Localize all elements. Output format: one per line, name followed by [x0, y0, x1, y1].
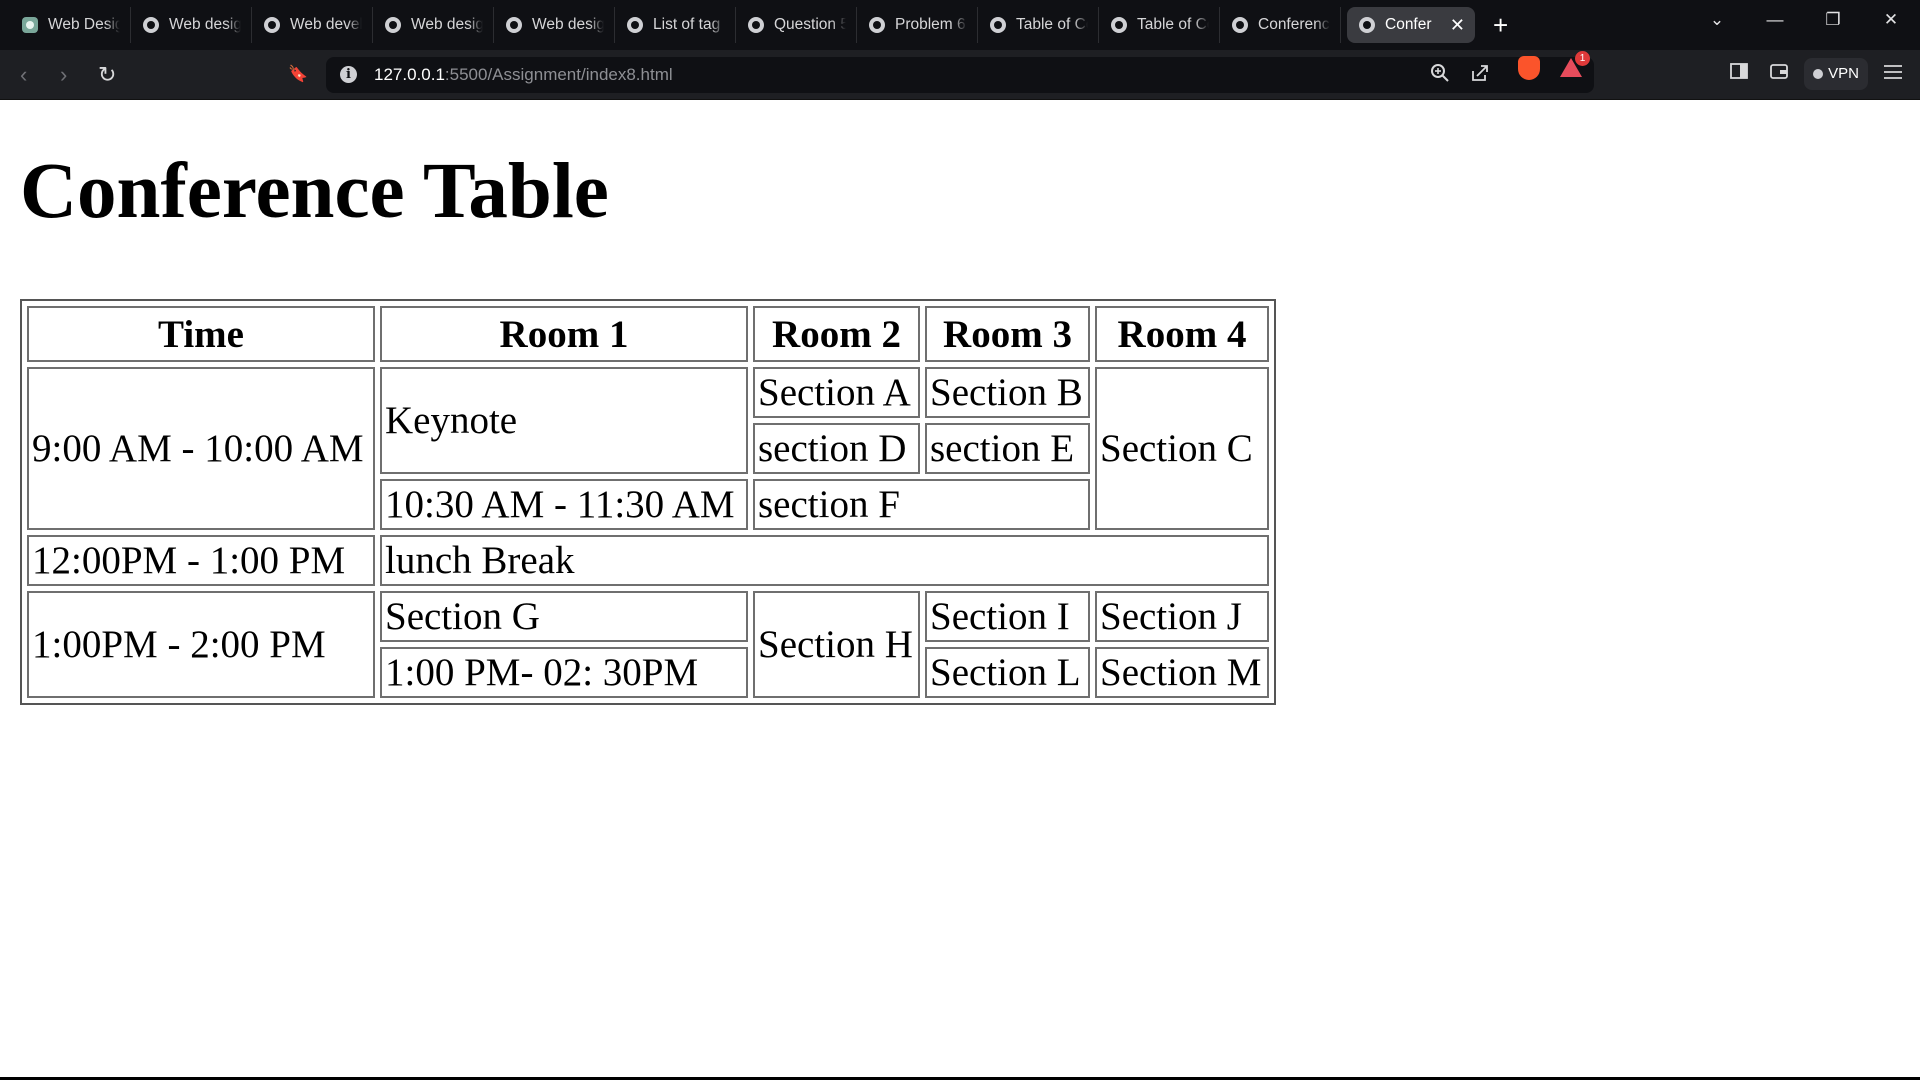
tab-web-design-1[interactable]: Web design [131, 7, 252, 43]
header-time: Time [27, 306, 375, 362]
wallet-icon[interactable] [1770, 63, 1788, 85]
tab-title: List of tag C [653, 16, 725, 33]
tab-title: Web design [532, 16, 604, 33]
cell-time-1030: 10:30 AM - 11:30 AM [380, 479, 748, 530]
cell-section-j: Section J [1095, 591, 1269, 642]
cell-section-f: section F [753, 479, 1090, 530]
tab-conference[interactable]: Conference [1220, 7, 1341, 43]
tab-title: Web Design [48, 16, 120, 33]
page-title: Conference Table [20, 148, 609, 235]
back-button[interactable]: ‹ [20, 62, 27, 88]
cell-section-b: Section B [925, 367, 1090, 418]
globe-icon [869, 17, 885, 33]
globe-icon [1232, 17, 1248, 33]
tab-strip: Web Design Web design Web develo Web des… [0, 0, 1920, 50]
tab-title: Web design [411, 16, 483, 33]
globe-icon [506, 17, 522, 33]
tab-title: Table of Co [1016, 16, 1088, 33]
menu-icon[interactable] [1884, 63, 1902, 85]
globe-icon [1111, 17, 1127, 33]
tab-title: Conference [1258, 16, 1330, 33]
address-bar[interactable]: i 127.0.0.1:5500/Assignment/index8.html [326, 57, 1594, 93]
cell-keynote: Keynote [380, 367, 748, 474]
restore-button[interactable]: ❐ [1804, 10, 1862, 30]
cell-section-d: section D [753, 423, 920, 474]
tab-web-design-chatgpt[interactable]: Web Design [10, 7, 131, 43]
cell-section-g: Section G [380, 591, 748, 642]
globe-icon [627, 17, 643, 33]
tab-web-develop[interactable]: Web develo [252, 7, 373, 43]
tab-list: Web Design Web design Web develo Web des… [0, 0, 1508, 50]
new-tab-button[interactable]: + [1493, 12, 1508, 38]
time-cell-lunch: 12:00PM - 1:00 PM [27, 535, 375, 586]
chatgpt-icon [22, 17, 38, 33]
tab-problem-6[interactable]: Problem 6 [857, 7, 978, 43]
brave-rewards-icon[interactable]: 1 [1560, 51, 1590, 78]
rewards-badge: 1 [1575, 51, 1590, 66]
vpn-button[interactable]: VPN [1804, 58, 1868, 90]
globe-icon [748, 17, 764, 33]
tab-table-of-contents-2[interactable]: Table of Co [1099, 7, 1220, 43]
cell-section-m: Section M [1095, 647, 1269, 698]
close-window-button[interactable]: ✕ [1862, 10, 1920, 30]
tab-title: Table of Co [1137, 16, 1209, 33]
bookmark-icon[interactable]: 🔖 [288, 62, 308, 88]
window-controls: ⌄ — ❐ ✕ [1688, 0, 1920, 40]
cell-section-i: Section I [925, 591, 1090, 642]
globe-icon [1359, 17, 1375, 33]
tab-title: Web develo [290, 16, 362, 33]
globe-icon [143, 17, 159, 33]
share-icon[interactable] [1470, 63, 1490, 89]
header-room-4: Room 4 [1095, 306, 1269, 362]
header-room-2: Room 2 [753, 306, 920, 362]
table-header-row: Time Room 1 Room 2 Room 3 Room 4 [27, 306, 1269, 362]
zoom-icon[interactable] [1430, 63, 1450, 89]
site-info-icon[interactable]: i [340, 66, 357, 83]
tab-active-conference[interactable]: Confer ✕ [1347, 7, 1475, 43]
cell-section-c: Section C [1095, 367, 1269, 530]
globe-icon [385, 17, 401, 33]
table-row: 9:00 AM - 10:00 AM Keynote Section A Sec… [27, 367, 1269, 530]
cell-time-100-230: 1:00 PM- 02: 30PM [380, 647, 748, 698]
tab-list-of-tags[interactable]: List of tag C [615, 7, 736, 43]
tab-search-icon[interactable]: ⌄ [1688, 10, 1746, 30]
url-path: :5500/Assignment/index8.html [444, 65, 673, 84]
reload-button[interactable]: ↻ [98, 62, 116, 88]
header-room-3: Room 3 [925, 306, 1090, 362]
cell-section-e: section E [925, 423, 1090, 474]
cell-lunch-break: lunch Break [380, 535, 1269, 586]
page-content: Conference Table Time Room 1 Room 2 Room… [0, 101, 1920, 1078]
url-text[interactable]: 127.0.0.1:5500/Assignment/index8.html [374, 65, 673, 85]
table-row: 1:00PM - 2:00 PM Section G Section H Sec… [27, 591, 1269, 698]
conference-table: Time Room 1 Room 2 Room 3 Room 4 9:00 AM… [20, 299, 1276, 705]
vpn-label: VPN [1828, 65, 1859, 82]
brave-shields-icon[interactable] [1518, 56, 1540, 80]
vpn-icon [1813, 69, 1824, 79]
tab-web-design-2[interactable]: Web design [373, 7, 494, 43]
time-cell-afternoon: 1:00PM - 2:00 PM [27, 591, 375, 698]
cell-section-a: Section A [753, 367, 920, 418]
cell-section-l: Section L [925, 647, 1090, 698]
tab-title: Confer [1385, 16, 1432, 33]
tab-title: Problem 6 [895, 16, 966, 33]
forward-button[interactable]: › [60, 62, 67, 88]
close-tab-icon[interactable]: ✕ [1450, 15, 1465, 36]
globe-icon [264, 17, 280, 33]
time-cell-morning: 9:00 AM - 10:00 AM [27, 367, 375, 530]
tab-table-of-contents-1[interactable]: Table of Co [978, 7, 1099, 43]
sidebar-toggle-icon[interactable] [1730, 63, 1748, 85]
tab-web-design-3[interactable]: Web design [494, 7, 615, 43]
header-room-1: Room 1 [380, 306, 748, 362]
url-host: 127.0.0.1 [374, 65, 445, 84]
cell-section-h: Section H [753, 591, 920, 698]
tab-question-5[interactable]: Question 5 [736, 7, 857, 43]
tab-title: Question 5 [774, 16, 846, 33]
table-row: 12:00PM - 1:00 PM lunch Break [27, 535, 1269, 586]
toolbar: ‹ › ↻ 🔖 i 127.0.0.1:5500/Assignment/inde… [0, 50, 1920, 100]
globe-icon [990, 17, 1006, 33]
tab-title: Web design [169, 16, 241, 33]
minimize-button[interactable]: — [1746, 10, 1804, 30]
